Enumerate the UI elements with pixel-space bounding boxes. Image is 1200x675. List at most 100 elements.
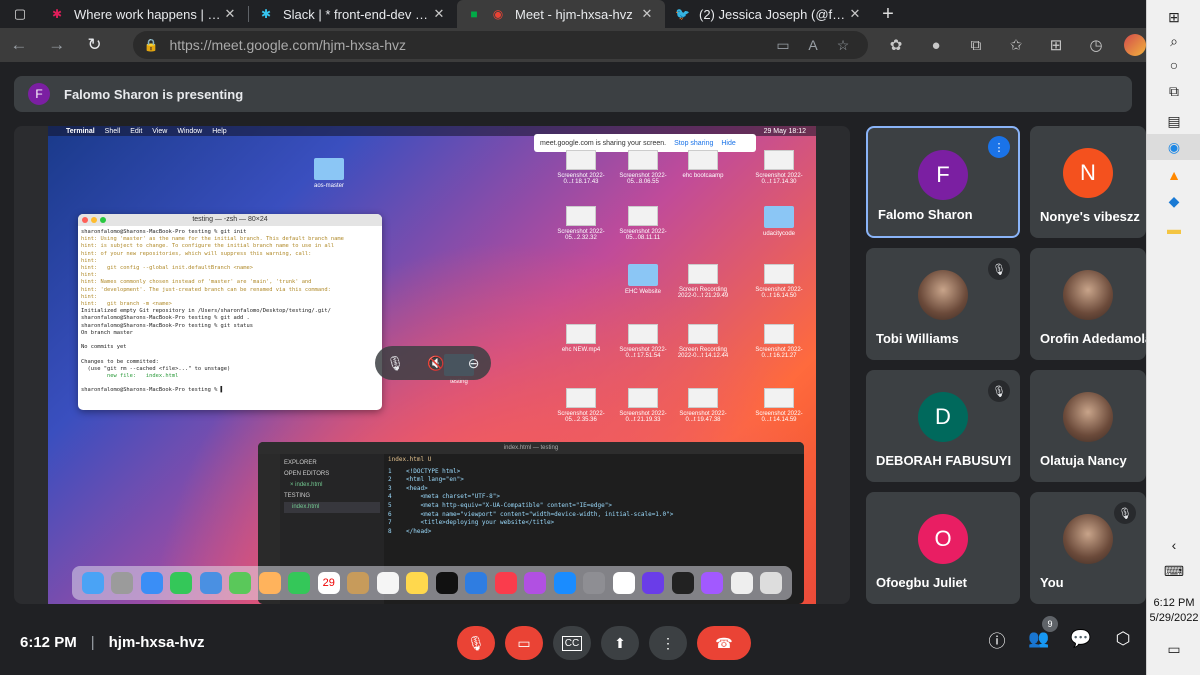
desktop-item-label: Screenshot 2022-0...t 16.21.27 bbox=[755, 347, 803, 359]
close-tab-icon[interactable]: ✕ bbox=[639, 6, 655, 22]
chevron-left-icon[interactable]: ‹ bbox=[1147, 532, 1200, 558]
desktop-item: EHC Website bbox=[616, 264, 670, 295]
maps-icon bbox=[229, 572, 252, 594]
desktop-item: Screenshot 2022-0...t 21.19.33 bbox=[616, 388, 670, 423]
participant-avatar bbox=[1063, 270, 1113, 320]
tab-slack-channel[interactable]: ✱ Slack | * front-end-dev | Empowe ✕ bbox=[249, 0, 457, 28]
recording-icon: ◉ bbox=[492, 7, 504, 21]
people-icon: 👥 bbox=[1028, 629, 1050, 648]
new-tab-button[interactable]: + bbox=[873, 0, 903, 28]
mic-off-button[interactable]: 🎙 bbox=[457, 626, 495, 660]
address-bar[interactable]: 🔒 https://meet.google.com/hjm-hxsa-hvz ▭… bbox=[133, 31, 868, 59]
favorites-icon[interactable]: ✩ bbox=[996, 36, 1036, 54]
file-thumbnail bbox=[688, 150, 718, 170]
reminders-icon bbox=[376, 572, 399, 594]
desktop-item-label: Screenshot 2022-0...t 17.51.54 bbox=[619, 347, 667, 359]
stop-sharing-link: Stop sharing bbox=[674, 139, 714, 147]
minimize-dot bbox=[91, 217, 97, 223]
search-icon[interactable]: ⌕ bbox=[1147, 28, 1200, 54]
zoom-dot bbox=[100, 217, 106, 223]
terminal-line: hint: git branch -m <name> bbox=[81, 301, 172, 308]
tab-slack-home[interactable]: ✱ Where work happens | Slack ✕ bbox=[40, 0, 248, 28]
clock-time: 6:12 PM bbox=[1153, 597, 1195, 609]
system-clock[interactable]: 6:12 PM 5/29/2022 bbox=[1147, 596, 1200, 626]
terminal-window: testing — -zsh — 80×24 sharonfalomo@Shar… bbox=[78, 214, 382, 410]
camera-icon[interactable]: ▭ bbox=[768, 37, 798, 54]
chrome-icon bbox=[612, 572, 635, 594]
terminal-line: Initialized empty Git repository in /Use… bbox=[81, 308, 331, 315]
file-thumbnail bbox=[764, 150, 794, 170]
collections-icon[interactable]: ⊞ bbox=[1036, 36, 1076, 54]
menu-item: Terminal bbox=[66, 127, 95, 135]
desktop-item-label: Screenshot 2022-0...t 18.17.43 bbox=[557, 173, 605, 185]
participant-avatar: O bbox=[918, 514, 968, 564]
participant-tile[interactable]: F Falomo Sharon ⋮ bbox=[866, 126, 1020, 238]
participant-tile[interactable]: D DEBORAH FABUSUYI 🎙 bbox=[866, 370, 1020, 482]
file-thumbnail bbox=[764, 324, 794, 344]
desktop-item-label: EHC Website bbox=[625, 289, 661, 295]
participant-tile[interactable]: Olatuja Nancy bbox=[1030, 370, 1146, 482]
chat-button[interactable]: 💬 bbox=[1068, 626, 1094, 652]
meeting-details-button[interactable]: ⓘ bbox=[984, 626, 1010, 652]
vscode-tab: index.html U bbox=[388, 456, 432, 463]
participant-tile[interactable]: O Ofoegbu Juliet bbox=[866, 492, 1020, 604]
file-explorer-icon[interactable]: ▬ bbox=[1147, 216, 1200, 242]
vscode-app-icon[interactable]: ◆ bbox=[1147, 188, 1200, 214]
figma-icon bbox=[701, 572, 724, 594]
close-tab-icon[interactable]: ✕ bbox=[431, 6, 447, 22]
present-button[interactable]: ⬆ bbox=[601, 626, 639, 660]
camera-off-icon: ▭ bbox=[517, 634, 531, 651]
participant-avatar: N bbox=[1063, 148, 1113, 198]
presenter-avatar: F bbox=[28, 83, 50, 105]
participant-tile[interactable]: N Nonye's vibeszz bbox=[1030, 126, 1146, 238]
globe-icon[interactable]: ● bbox=[916, 37, 956, 54]
edge-app-icon[interactable]: ◉ bbox=[1147, 134, 1200, 160]
participant-tile[interactable]: Orofin Adedamola bbox=[1030, 248, 1146, 360]
tab-meet[interactable]: ■ ◉ Meet - hjm-hxsa-hvz ✕ bbox=[457, 0, 665, 28]
tab-actions-icon[interactable]: ▢ bbox=[0, 0, 40, 28]
shared-screen: Terminal Shell Edit View Window Help 29 … bbox=[48, 126, 816, 604]
more-options-button[interactable]: ⋮ bbox=[649, 626, 687, 660]
people-button[interactable]: 👥 9 bbox=[1026, 616, 1058, 652]
captions-button[interactable]: CC bbox=[553, 626, 591, 660]
forward-button[interactable]: → bbox=[38, 28, 76, 62]
read-aloud-icon[interactable]: A bbox=[798, 37, 828, 53]
participant-tile[interactable]: Tobi Williams 🎙 bbox=[866, 248, 1020, 360]
vlc-app-icon[interactable]: ▲ bbox=[1147, 162, 1200, 188]
back-button[interactable]: ← bbox=[0, 28, 38, 62]
desktop-item: aos-master bbox=[302, 158, 356, 189]
terminal-line: hint: git config --global init.defaultBr… bbox=[81, 265, 254, 272]
presenter-muted-overlay: 🎙 🔇 ⊖ bbox=[375, 346, 491, 380]
finder-icon bbox=[81, 572, 104, 594]
reload-button[interactable]: ↻ bbox=[76, 28, 114, 62]
keyboard-icon[interactable]: ⌨ bbox=[1147, 558, 1200, 584]
lock-icon[interactable]: 🔒 bbox=[143, 38, 159, 52]
notifications-icon[interactable]: ▭ bbox=[1147, 636, 1200, 662]
windows-start-icon[interactable]: ⊞ bbox=[1147, 4, 1200, 30]
close-tab-icon[interactable]: ✕ bbox=[222, 6, 238, 22]
favorite-icon[interactable]: ☆ bbox=[828, 37, 858, 54]
desktop-item: Screenshot 2022-0...t 18.17.43 bbox=[554, 150, 608, 185]
speaking-indicator-icon: ⋮ bbox=[988, 136, 1010, 158]
activities-button[interactable]: ⬡ bbox=[1110, 626, 1136, 652]
task-view-icon[interactable]: ⧉ bbox=[1147, 78, 1200, 104]
desktop-item: Screen Recording 2022-0...t 14.12.44 bbox=[676, 324, 730, 359]
puzzle-icon[interactable]: ⧉ bbox=[956, 37, 996, 54]
mic-off-icon: 🎙 bbox=[1114, 502, 1136, 524]
profile-avatar[interactable] bbox=[1123, 34, 1146, 56]
menu-item: View bbox=[152, 127, 168, 135]
terminal-app-icon[interactable]: ▤ bbox=[1147, 108, 1200, 134]
tab-twitter[interactable]: 🐦 (2) Jessica Joseph (@forJessica_s ✕ bbox=[665, 0, 873, 28]
safari-icon bbox=[140, 572, 163, 594]
history-icon[interactable]: ◷ bbox=[1076, 36, 1116, 54]
clock-date: 5/29/2022 bbox=[1149, 612, 1199, 624]
people-count-badge: 9 bbox=[1042, 616, 1058, 632]
cortana-icon[interactable]: ○ bbox=[1147, 52, 1200, 78]
presentation-stage[interactable]: Terminal Shell Edit View Window Help 29 … bbox=[14, 126, 850, 604]
close-tab-icon[interactable]: ✕ bbox=[847, 6, 863, 22]
menubar-date: 29 May 18:12 bbox=[763, 127, 806, 135]
participant-tile[interactable]: You 🎙 bbox=[1030, 492, 1146, 604]
camera-off-button[interactable]: ▭ bbox=[505, 626, 543, 660]
leave-call-button[interactable]: ☎ bbox=[697, 626, 751, 660]
extension-icon[interactable]: ✿ bbox=[876, 36, 916, 54]
